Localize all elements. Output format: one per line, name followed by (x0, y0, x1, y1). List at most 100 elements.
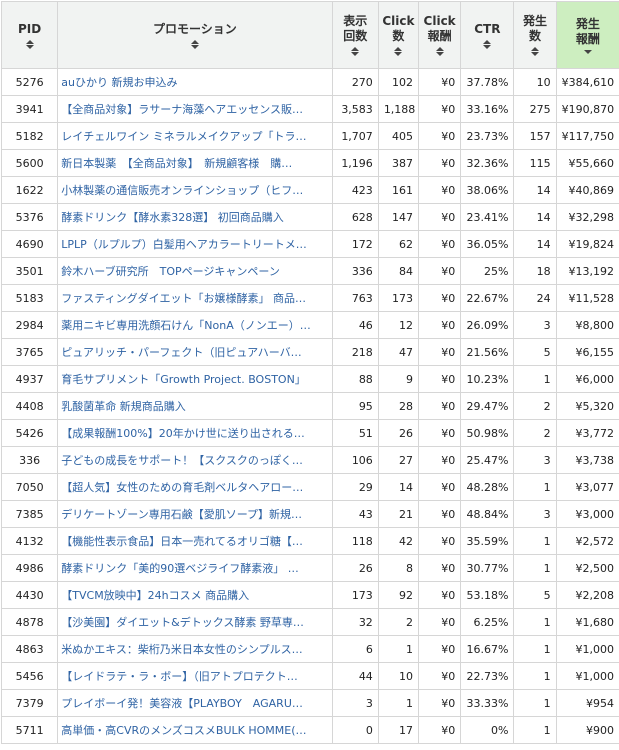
clicks-cell: 1 (377, 689, 420, 717)
promotion-cell: 乳酸菌革命 新規商品購入 (57, 392, 333, 420)
promotion-link[interactable]: 鈴木ハーブ研究所 TOPページキャンペーン (61, 263, 326, 279)
promotion-link[interactable]: 新日本製薬 【全商品対象】 新規顧客様 購… (61, 155, 326, 171)
occurrence-reward-cell: ¥13,192 (555, 257, 619, 285)
impressions-cell: 118 (331, 527, 379, 555)
clicks-cell: 84 (377, 257, 420, 285)
column-header-occurrence-reward[interactable]: 発生 報酬 (555, 1, 619, 69)
promotion-link[interactable]: LPLP（ルプルプ）白髪用ヘアカラートリートメ… (61, 236, 326, 252)
occurrences-cell: 24 (513, 284, 557, 312)
promotion-cell: 【レイドラテ・ラ・ボー】（旧アトプロテクト… (57, 662, 333, 690)
impressions-cell: 46 (331, 311, 379, 339)
occurrences-cell: 1 (513, 608, 557, 636)
occurrence-reward-cell: ¥1,000 (555, 635, 619, 663)
promotion-link[interactable]: デリケートゾーン専用石鹸【愛肌ソープ】新規… (61, 506, 326, 522)
table-row: 5276 auひかり 新規お申込み 270 102 ¥0 37.78% 10 ¥384,610 (0, 68, 619, 96)
occurrences-cell: 18 (513, 257, 557, 285)
click-reward-cell: ¥0 (417, 95, 462, 123)
table-body: 5276 auひかり 新規お申込み 270 102 ¥0 37.78% 10 ¥384,610… (0, 68, 619, 744)
click-reward-cell: ¥0 (417, 230, 462, 258)
column-header-ctr[interactable]: CTR (460, 1, 515, 69)
promotion-cell: ファスティングダイエット「お嬢様酵素」 商品… (57, 284, 333, 312)
column-header-pid[interactable]: PID (0, 1, 59, 69)
ctr-cell: 6.25% (460, 608, 515, 636)
click-reward-cell: ¥0 (417, 257, 462, 285)
pid-cell: 4408 (0, 392, 59, 420)
click-reward-cell: ¥0 (417, 392, 462, 420)
occurrence-reward-cell: ¥19,824 (555, 230, 619, 258)
promotion-cell: auひかり 新規お申込み (57, 68, 333, 96)
occurrence-reward-cell: ¥2,208 (555, 581, 619, 609)
occurrence-reward-cell: ¥117,750 (555, 122, 619, 150)
impressions-cell: 44 (331, 662, 379, 690)
occurrence-reward-cell: ¥6,000 (555, 365, 619, 393)
promotion-cell: レイチェルワイン ミネラルメイクアップ「トラ… (57, 122, 333, 150)
ctr-cell: 25% (460, 257, 515, 285)
table-row: 4132 【機能性表示食品】日本一売れてるオリゴ糖【… 118 42 ¥0 35.59% 1… (0, 527, 619, 555)
impressions-cell: 26 (331, 554, 379, 582)
ctr-cell: 21.56% (460, 338, 515, 366)
promotion-link[interactable]: 米ぬかエキス：柴桁乃米日本女性のシンプルス… (61, 641, 326, 657)
column-header-label: PID (18, 21, 42, 36)
occurrences-cell: 14 (513, 203, 557, 231)
impressions-cell: 423 (331, 176, 379, 204)
table-row: 4986 酵素ドリンク「美的90選ベジライフ酵素液」 … 26 8 ¥0 30.77% 1 ¥… (0, 554, 619, 582)
promotion-link[interactable]: 【機能性表示食品】日本一売れてるオリゴ糖【… (61, 533, 326, 549)
promotion-link[interactable]: 【TVCM放映中】24hコスメ 商品購入 (61, 587, 326, 603)
click-reward-cell: ¥0 (417, 473, 462, 501)
impressions-cell: 51 (331, 419, 379, 447)
table-row: 1622 小林製薬の通信販売オンラインショップ（ヒフ… 423 161 ¥0 38.06%… (0, 176, 619, 204)
promotion-link[interactable]: 乳酸菌革命 新規商品購入 (61, 398, 326, 414)
promotion-link[interactable]: プレイボーイ発！美容液【PLAYBOY AGARU… (61, 695, 326, 711)
promotion-link[interactable]: 【全商品対象】ラサーナ海藻ヘアエッセンス販… (61, 101, 326, 117)
promotion-link[interactable]: ファスティングダイエット「お嬢様酵素」 商品… (61, 290, 326, 306)
table-row: 336 子どもの成長をサポート！【スクスクのっぽく… 106 27 ¥0 25.47% 3 ¥… (0, 446, 619, 474)
promotion-link[interactable]: 【超人気】女性のための育毛剤ベルタヘアロー… (61, 479, 326, 495)
click-reward-cell: ¥0 (417, 581, 462, 609)
promotion-link[interactable]: ピュアリッチ・パーフェクト（旧ピュアハーバ… (61, 344, 326, 360)
promotion-link[interactable]: 薬用ニキビ専用洗顔石けん「NonA（ノンエー）… (61, 317, 326, 333)
promotion-link[interactable]: 育毛サプリメント「Growth Project. BOSTON」 (61, 371, 326, 387)
promotion-link[interactable]: レイチェルワイン ミネラルメイクアップ「トラ… (61, 128, 326, 144)
promotion-link[interactable]: 【成果報酬100%】20年かけ世に送り出される… (61, 425, 326, 441)
column-header-label: 発生 数 (523, 14, 548, 43)
promotion-link[interactable]: auひかり 新規お申込み (61, 74, 326, 90)
ctr-cell: 50.98% (460, 419, 515, 447)
pid-cell: 4690 (0, 230, 59, 258)
promotion-link[interactable]: 子どもの成長をサポート！【スクスクのっぽく… (61, 452, 326, 468)
table-row: 3765 ピュアリッチ・パーフェクト（旧ピュアハーバ… 218 47 ¥0 21.56% 5… (0, 338, 619, 366)
promotion-cell: 薬用ニキビ専用洗顔石けん「NonA（ノンエー）… (57, 311, 333, 339)
promotion-cell: 【成果報酬100%】20年かけ世に送り出される… (57, 419, 333, 447)
column-header-impressions[interactable]: 表示 回数 (331, 1, 379, 69)
sort-descending-icon (557, 49, 618, 54)
promotion-link[interactable]: 酵素ドリンク「美的90選ベジライフ酵素液」 … (61, 560, 326, 576)
occurrences-cell: 2 (513, 392, 557, 420)
promotion-cell: 鈴木ハーブ研究所 TOPページキャンペーン (57, 257, 333, 285)
promotion-link[interactable]: 高単価・高CVRのメンズコスメBULK HOMME(… (61, 722, 326, 738)
column-header-promotion[interactable]: プロモーション (57, 1, 333, 69)
click-reward-cell: ¥0 (417, 365, 462, 393)
promotion-cell: 【沙美園】ダイエット&デトックス酵素 野草専… (57, 608, 333, 636)
column-header-click-reward[interactable]: Click 報酬 (417, 1, 462, 69)
impressions-cell: 173 (331, 581, 379, 609)
column-header-label: Click 数 (382, 14, 415, 43)
promotion-link[interactable]: 小林製薬の通信販売オンラインショップ（ヒフ… (61, 182, 326, 198)
ctr-cell: 48.28% (460, 473, 515, 501)
pid-cell: 3501 (0, 257, 59, 285)
sort-both-icon (515, 47, 555, 56)
promotion-link[interactable]: 酵素ドリンク【酵水素328選】 初回商品購入 (61, 209, 326, 225)
ctr-cell: 53.18% (460, 581, 515, 609)
click-reward-cell: ¥0 (417, 68, 462, 96)
column-header-label: プロモーション (153, 21, 237, 36)
pid-cell: 1622 (0, 176, 59, 204)
impressions-cell: 6 (331, 635, 379, 663)
column-header-label: CTR (474, 21, 501, 36)
promotion-link[interactable]: 【沙美園】ダイエット&デトックス酵素 野草専… (61, 614, 326, 630)
column-header-occurrences[interactable]: 発生 数 (513, 1, 557, 69)
occurrence-reward-cell: ¥1,000 (555, 662, 619, 690)
occurrences-cell: 275 (513, 95, 557, 123)
column-header-clicks[interactable]: Click 数 (377, 1, 420, 69)
promotion-link[interactable]: 【レイドラテ・ラ・ボー】（旧アトプロテクト… (61, 668, 326, 684)
pid-cell: 4430 (0, 581, 59, 609)
promotion-cell: 【機能性表示食品】日本一売れてるオリゴ糖【… (57, 527, 333, 555)
impressions-cell: 336 (331, 257, 379, 285)
